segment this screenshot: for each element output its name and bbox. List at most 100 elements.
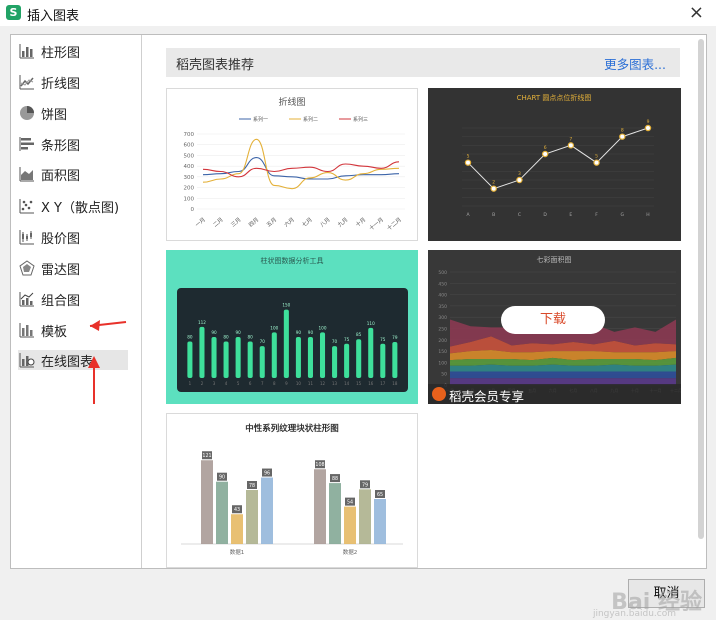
sidebar-item-stock[interactable]: 股价图 xyxy=(18,227,128,247)
x-tick-label: A xyxy=(466,212,470,218)
data-label: 65 xyxy=(377,492,383,498)
data-label: 2 xyxy=(492,180,495,186)
download-button[interactable]: 下载 xyxy=(501,306,605,334)
data-label: 80 xyxy=(223,335,229,340)
line-chart-icon xyxy=(19,75,34,90)
sidebar-item-pie[interactable]: 饼图 xyxy=(18,103,128,123)
x-tick-label: 15 xyxy=(356,381,362,386)
data-label: 121 xyxy=(202,453,211,459)
data-label: 79 xyxy=(362,482,368,488)
data-label: 7 xyxy=(569,136,572,142)
docer-logo-icon xyxy=(432,387,446,401)
data-point xyxy=(541,150,549,158)
x-tick-label: 17 xyxy=(380,381,386,386)
y-tick-label: 100 xyxy=(438,360,447,366)
x-tick-label: 二月 xyxy=(212,216,225,228)
chart-title: 折线图 xyxy=(278,96,305,108)
bar xyxy=(368,327,374,378)
data-label: 70 xyxy=(332,339,338,344)
chart-template-card-area-member[interactable]: 七彩面积图 050100150200250300350400450500一月二月… xyxy=(428,250,681,404)
y-tick-label: 500 xyxy=(438,270,447,276)
y-tick-label: 300 xyxy=(438,315,447,321)
sidebar-item-online-chart[interactable]: 在线图表 xyxy=(18,350,128,370)
sidebar-item-horizontal-bar[interactable]: 条形图 xyxy=(18,134,128,154)
bar xyxy=(247,341,253,378)
data-label: 100 xyxy=(270,325,278,330)
sidebar-item-line[interactable]: 折线图 xyxy=(18,72,128,92)
bar xyxy=(329,483,341,544)
x-tick-label: 七月 xyxy=(300,215,314,228)
close-icon[interactable]: × xyxy=(689,2,704,23)
sidebar-item-combo[interactable]: 组合图 xyxy=(18,289,128,309)
x-tick-label: 数据2 xyxy=(343,548,358,556)
scrollbar-thumb[interactable] xyxy=(698,39,704,539)
data-label: 43 xyxy=(234,507,240,513)
y-tick-label: 200 xyxy=(438,338,447,344)
sidebar-item-bar[interactable]: 柱形图 xyxy=(18,41,128,61)
horizontal-bar-icon xyxy=(19,137,34,151)
bar xyxy=(332,346,338,378)
wps-app-icon: S xyxy=(6,5,21,20)
sidebar-item-label: 折线图 xyxy=(41,76,81,92)
x-tick-label: 11 xyxy=(308,381,314,386)
sidebar-item-label: 股价图 xyxy=(41,231,81,247)
area-band xyxy=(450,371,676,379)
x-tick-label: 八月 xyxy=(319,216,332,228)
data-point xyxy=(516,176,523,184)
bar xyxy=(307,336,313,378)
sidebar-item-label: 饼图 xyxy=(41,107,68,123)
bar xyxy=(344,506,356,544)
combo-chart-icon xyxy=(19,292,34,307)
recommend-title: 稻壳图表推荐 xyxy=(176,58,255,73)
more-charts-link[interactable]: 更多图表... xyxy=(604,54,666,73)
scrollbar[interactable] xyxy=(698,39,705,566)
online-chart-icon xyxy=(19,353,35,368)
chart-title: 柱状图数据分析工具 xyxy=(261,256,324,265)
chart-template-card-dot-line[interactable]: CHART 圆点点位折线图 5 A 2 B 3 C 6 D 7 E 5 F 8 G 9 H xyxy=(428,88,681,241)
y-tick-label: 250 xyxy=(438,327,447,333)
bar xyxy=(380,343,386,378)
x-tick-label: 14 xyxy=(344,381,350,386)
data-point xyxy=(464,159,472,166)
bar xyxy=(187,341,193,378)
bar xyxy=(359,489,371,544)
sidebar-item-area[interactable]: 面积图 xyxy=(18,164,128,184)
y-tick-label: 500 xyxy=(184,153,195,159)
data-label: 90 xyxy=(211,330,217,335)
x-tick-label: 8 xyxy=(273,381,276,386)
bar xyxy=(344,343,350,378)
window-title: 插入图表 xyxy=(27,9,80,24)
chart-template-card-bar-analysis[interactable]: 柱状图数据分析工具 80 1 112 2 90 3 80 4 90 5 80 6 70 7 100 8 150 9… xyxy=(166,250,418,404)
title-bar: S 插入图表 × xyxy=(0,0,716,26)
chart-template-card-texture-column[interactable]: 中性系列纹理块状柱形图 121 90 43 78 96 数据1 108 88 54 79 65 数据2 xyxy=(166,413,418,568)
x-tick-label: H xyxy=(646,212,649,218)
sidebar-item-scatter[interactable]: X Y（散点图) xyxy=(18,196,128,216)
bar xyxy=(246,490,258,544)
y-tick-label: 300 xyxy=(184,175,195,181)
bar xyxy=(211,336,217,378)
y-tick-label: 150 xyxy=(438,349,447,355)
bar-analysis-preview: 柱状图数据分析工具 801112290380490580670710081509… xyxy=(177,256,408,392)
data-label: 90 xyxy=(219,475,225,481)
series-line xyxy=(202,138,400,190)
x-tick-label: 13 xyxy=(332,381,338,386)
bar xyxy=(261,477,273,544)
legend-label: 系列一 xyxy=(253,116,268,123)
x-tick-label: 9 xyxy=(285,381,288,386)
y-tick-label: 100 xyxy=(184,196,195,202)
chart-template-card-line[interactable]: 折线图 系列一 系列二 系列三 0 100 200 300 400 500 600 700 一月 二月… xyxy=(166,88,418,241)
data-label: 80 xyxy=(187,335,193,340)
recommend-header: 稻壳图表推荐 更多图表... xyxy=(166,48,680,77)
sidebar-item-label: 模板 xyxy=(41,324,68,340)
x-tick-label: F xyxy=(595,212,598,218)
data-label: 75 xyxy=(344,337,350,342)
data-label: 85 xyxy=(356,332,362,337)
bar xyxy=(314,469,326,544)
watermark-url: jingyan.baidu.com xyxy=(592,609,676,619)
data-label: 90 xyxy=(235,330,241,335)
bar xyxy=(356,339,362,378)
x-tick-label: 三月 xyxy=(230,216,243,228)
sidebar-item-radar[interactable]: 雷达图 xyxy=(18,258,128,278)
member-only-badge: 稻壳会员专享 xyxy=(428,384,681,404)
y-tick-label: 600 xyxy=(184,143,195,149)
